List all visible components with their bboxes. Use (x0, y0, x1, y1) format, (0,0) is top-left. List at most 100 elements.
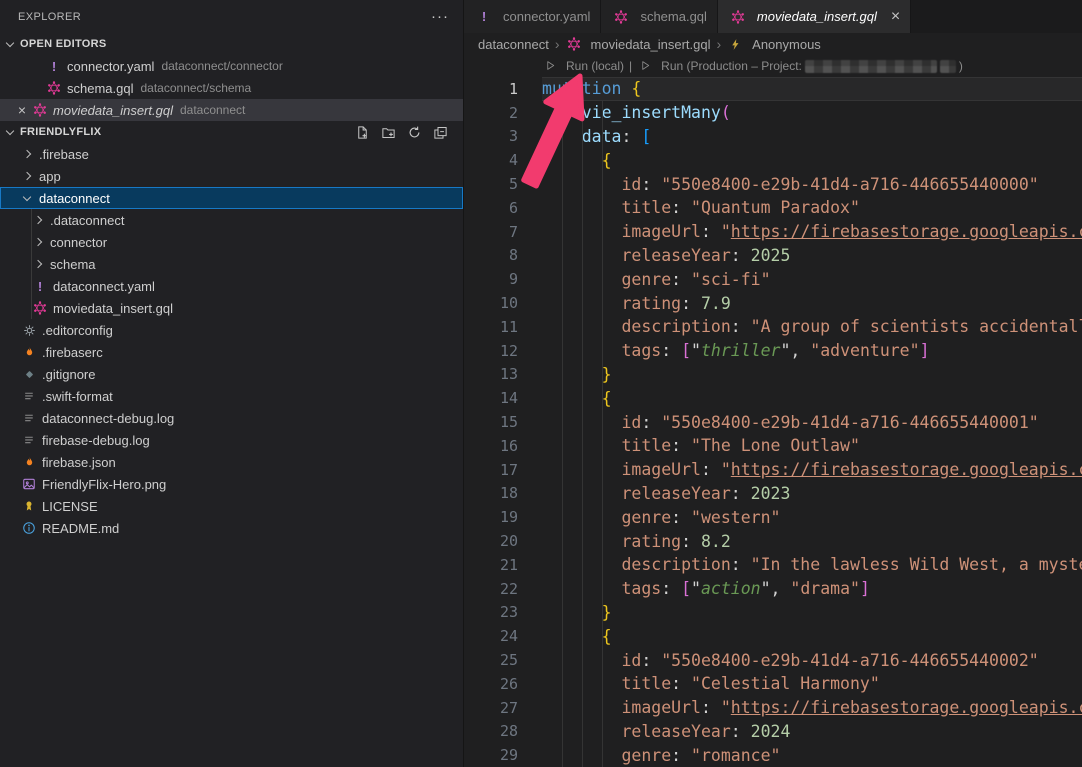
code-line-content: data: [ (542, 125, 1082, 149)
line-number: 18 (464, 484, 518, 502)
run-icon (542, 58, 558, 74)
open-editors-header[interactable]: OPEN EDITORS (0, 33, 463, 55)
new-folder-icon (381, 124, 397, 140)
tree-item-LICENSE[interactable]: LICENSE (0, 495, 463, 517)
refresh-button[interactable] (409, 124, 425, 140)
close-icon[interactable]: × (891, 12, 900, 22)
tree-item-firebase.json[interactable]: firebase.json (0, 451, 463, 473)
tree-item-.swift-format[interactable]: .swift-format (0, 385, 463, 407)
editor-body[interactable]: Run (local) | Run (Production – Project:… (464, 55, 1082, 767)
open-editor-schema.gql[interactable]: schema.gql dataconnect/schema (0, 77, 463, 99)
tree-item-schema[interactable]: schema (0, 253, 463, 275)
tree-item-label: schema (50, 257, 96, 272)
code-line-12[interactable]: 12 tags: ["thriller", "adventure"] (464, 339, 1082, 363)
code-line-22[interactable]: 22 tags: ["action", "drama"] (464, 577, 1082, 601)
code-line-1[interactable]: 1mutation { (464, 77, 1082, 101)
tree-item-connector[interactable]: connector (0, 231, 463, 253)
code-line-20[interactable]: 20 rating: 8.2 (464, 529, 1082, 553)
tab-moviedata_insert.gql[interactable]: moviedata_insert.gql × (718, 0, 911, 33)
code-line-5[interactable]: 5 id: "550e8400-e29b-41d4-a716-446655440… (464, 172, 1082, 196)
tab-label: moviedata_insert.gql (757, 9, 877, 24)
code-editor[interactable]: 1mutation {2 movie_insertMany(3 data: [4… (464, 77, 1082, 767)
code-line-24[interactable]: 24 { (464, 624, 1082, 648)
tree-item-.editorconfig[interactable]: .editorconfig (0, 319, 463, 341)
code-line-23[interactable]: 23 } (464, 601, 1082, 625)
tree-item-dataconnect-debug.log[interactable]: dataconnect-debug.log (0, 407, 463, 429)
code-line-2[interactable]: 2 movie_insertMany( (464, 101, 1082, 125)
refresh-icon (407, 124, 423, 140)
code-line-18[interactable]: 18 releaseYear: 2023 (464, 482, 1082, 506)
tree-item-.dataconnect[interactable]: .dataconnect (0, 209, 463, 231)
code-line-21[interactable]: 21 description: "In the lawless Wild Wes… (464, 553, 1082, 577)
breadcrumb-item-dataconnect[interactable]: dataconnect (478, 37, 549, 52)
code-line-26[interactable]: 26 title: "Celestial Harmony" (464, 672, 1082, 696)
collapse-all-button[interactable] (435, 124, 451, 140)
open-editor-connector.yaml[interactable]: !connector.yamldataconnect/connector (0, 55, 463, 77)
ellipsis-icon[interactable]: ··· (431, 12, 449, 22)
line-number: 9 (464, 270, 518, 288)
tree-item-moviedata_insert.gql[interactable]: moviedata_insert.gql (0, 297, 463, 319)
new-folder-button[interactable] (383, 124, 399, 140)
code-line-4[interactable]: 4 { (464, 148, 1082, 172)
tab-label: connector.yaml (503, 9, 590, 24)
code-line-17[interactable]: 17 imageUrl: "https://firebasestorage.go… (464, 458, 1082, 482)
tree-item-label: .dataconnect (50, 213, 124, 228)
chevron-right-icon (23, 150, 31, 158)
code-line-content: mutation { (542, 77, 1082, 101)
code-line-11[interactable]: 11 description: "A group of scientists a… (464, 315, 1082, 339)
code-line-13[interactable]: 13 } (464, 363, 1082, 387)
line-number: 16 (464, 437, 518, 455)
project-section-header[interactable]: FRIENDLYFLIX (0, 121, 463, 143)
tree-item-.gitignore[interactable]: .gitignore (0, 363, 463, 385)
tree-item-FriendlyFlix-Hero.png[interactable]: FriendlyFlix-Hero.png (0, 473, 463, 495)
run-production-link[interactable]: Run (Production – Project: ) (637, 58, 963, 75)
code-line-content: title: "Celestial Harmony" (542, 672, 1082, 696)
code-line-7[interactable]: 7 imageUrl: "https://firebasestorage.goo… (464, 220, 1082, 244)
tree-item-firebase-debug.log[interactable]: firebase-debug.log (0, 429, 463, 451)
line-number: 7 (464, 223, 518, 241)
line-number: 28 (464, 722, 518, 740)
new-file-button[interactable] (357, 124, 373, 140)
vscode-window: EXPLORER ··· OPEN EDITORS !connector.yam… (0, 0, 1082, 767)
editor-name: schema.gql (67, 81, 133, 96)
tree-item-label: firebase-debug.log (42, 433, 150, 448)
close-icon[interactable]: × (14, 102, 30, 118)
line-number: 8 (464, 246, 518, 264)
tab-connector.yaml[interactable]: !connector.yaml (464, 0, 601, 33)
code-line-10[interactable]: 10 rating: 7.9 (464, 291, 1082, 315)
tree-item-app[interactable]: app (0, 165, 463, 187)
chevron-down-icon (6, 38, 14, 46)
tree-item-label: FriendlyFlix-Hero.png (42, 477, 166, 492)
breadcrumb-item-moviedata_insert.gql[interactable]: moviedata_insert.gql (566, 36, 711, 52)
tree-item-.firebaserc[interactable]: .firebaserc (0, 341, 463, 363)
code-line-content: id: "550e8400-e29b-41d4-a716-44665544000… (542, 648, 1082, 672)
indent-guide (582, 101, 583, 767)
code-line-8[interactable]: 8 releaseYear: 2025 (464, 244, 1082, 268)
line-number: 24 (464, 627, 518, 645)
code-line-27[interactable]: 27 imageUrl: "https://firebasestorage.go… (464, 696, 1082, 720)
code-line-25[interactable]: 25 id: "550e8400-e29b-41d4-a716-44665544… (464, 648, 1082, 672)
code-line-content: { (542, 148, 1082, 172)
tree-item-.firebase[interactable]: .firebase (0, 143, 463, 165)
line-number: 25 (464, 651, 518, 669)
breadcrumb-item-Anonymous[interactable]: Anonymous (727, 36, 821, 52)
tree-item-README.md[interactable]: README.md (0, 517, 463, 539)
code-line-16[interactable]: 16 title: "The Lone Outlaw" (464, 434, 1082, 458)
code-line-6[interactable]: 6 title: "Quantum Paradox" (464, 196, 1082, 220)
code-line-3[interactable]: 3 data: [ (464, 125, 1082, 149)
tree-item-dataconnect.yaml[interactable]: !dataconnect.yaml (0, 275, 463, 297)
tree-item-dataconnect[interactable]: dataconnect (0, 187, 463, 209)
line-number: 2 (464, 104, 518, 122)
code-line-29[interactable]: 29 genre: "romance" (464, 743, 1082, 767)
code-line-19[interactable]: 19 genre: "western" (464, 505, 1082, 529)
code-line-9[interactable]: 9 genre: "sci-fi" (464, 267, 1082, 291)
explorer-title: EXPLORER (18, 11, 81, 23)
code-line-28[interactable]: 28 releaseYear: 2024 (464, 720, 1082, 744)
run-local-link[interactable]: Run (local) (542, 58, 624, 75)
code-line-14[interactable]: 14 { (464, 386, 1082, 410)
code-line-15[interactable]: 15 id: "550e8400-e29b-41d4-a716-44665544… (464, 410, 1082, 434)
editor-path: dataconnect/schema (140, 81, 251, 95)
open-editor-moviedata_insert.gql[interactable]: ×moviedata_insert.gqldataconnect (0, 99, 463, 121)
certificate-icon (21, 498, 37, 514)
tab-schema.gql[interactable]: schema.gql (601, 0, 717, 33)
